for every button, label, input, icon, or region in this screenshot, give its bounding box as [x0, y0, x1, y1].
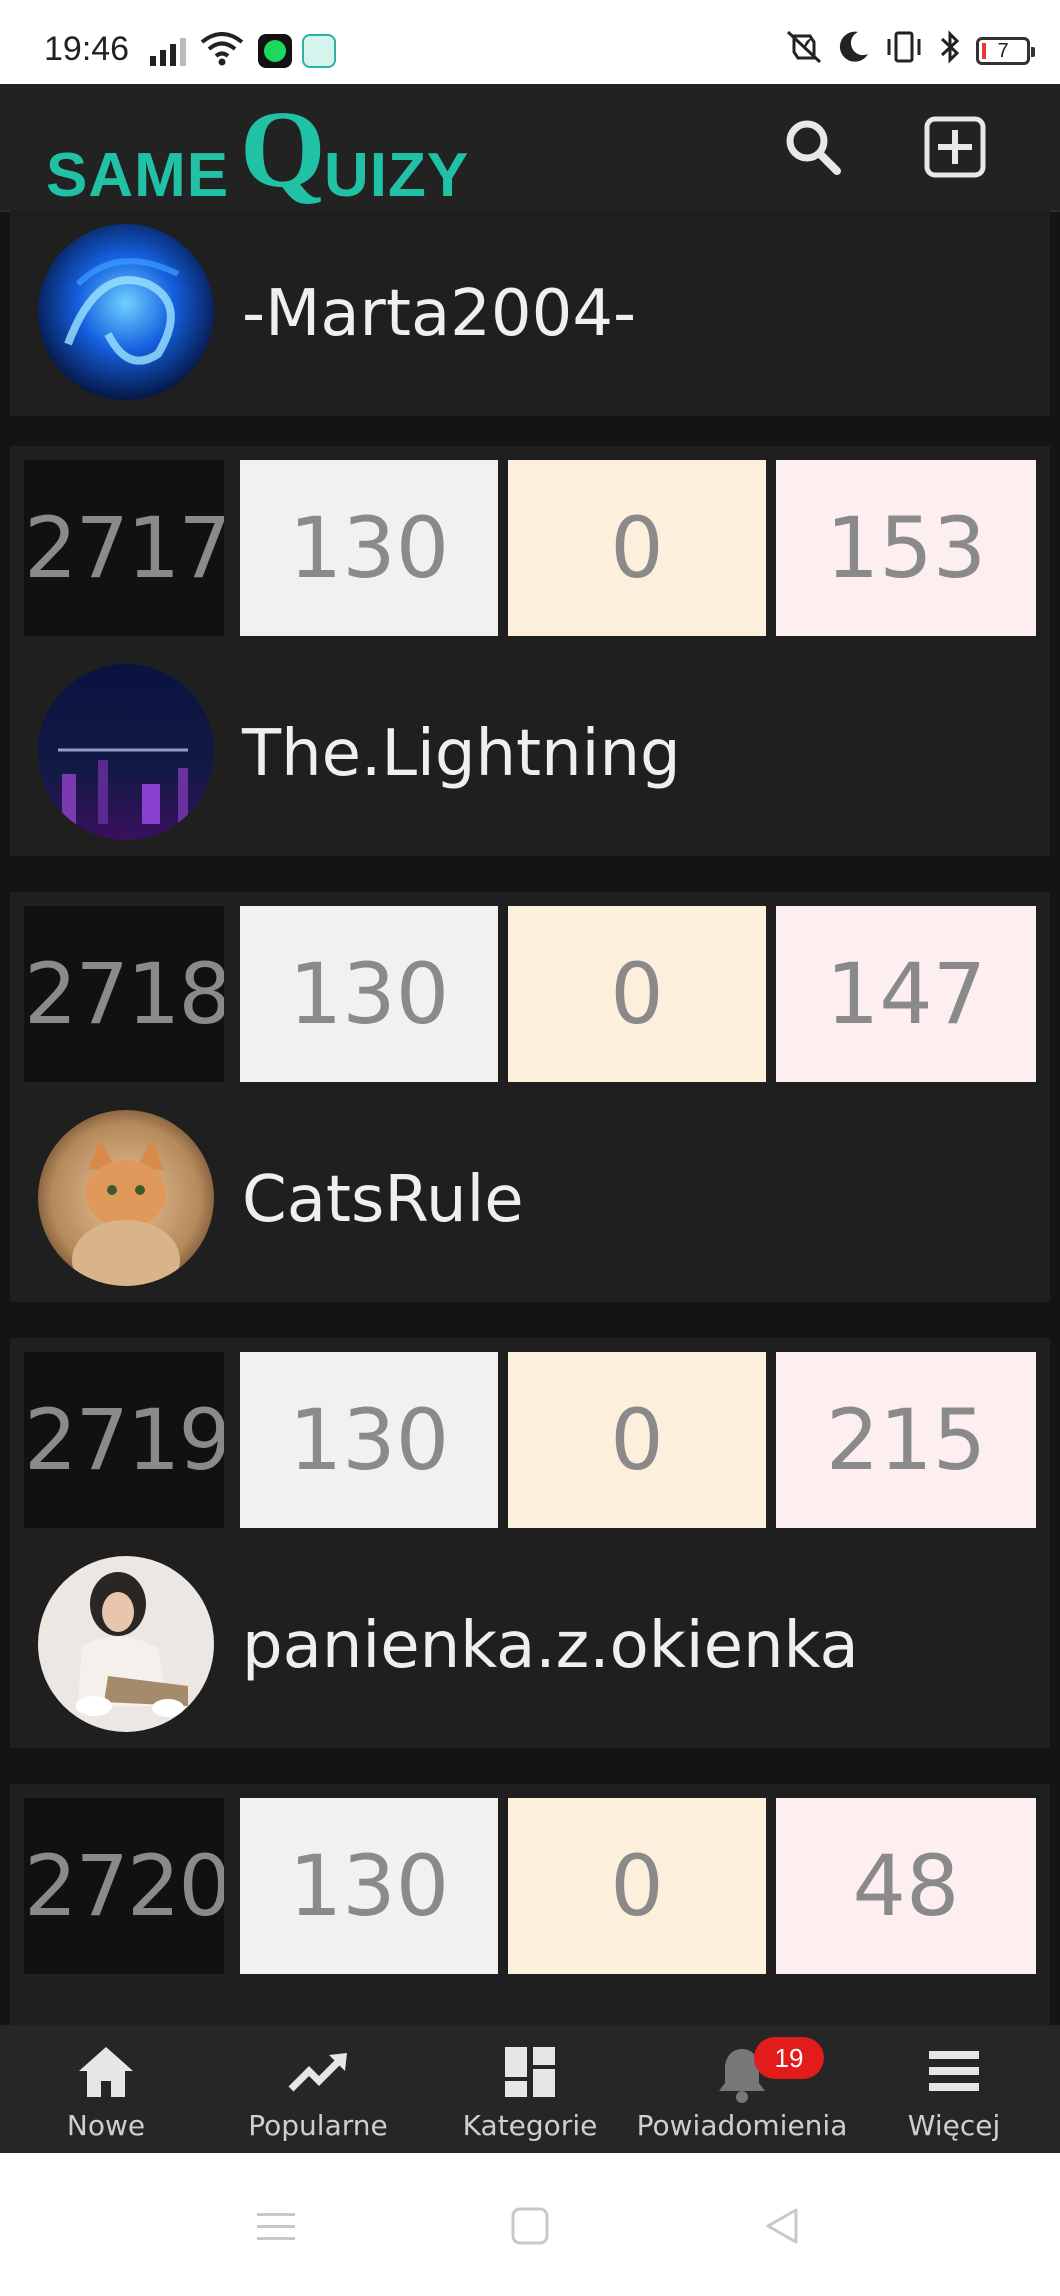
- back-system-button[interactable]: [752, 2203, 812, 2253]
- avatar[interactable]: [38, 664, 214, 840]
- logo-uizy-text: UIZY: [324, 141, 470, 210]
- wifi-icon: [200, 32, 244, 71]
- nav-label: Nowe: [66, 2109, 146, 2142]
- nav-kategorie[interactable]: Kategorie: [424, 2025, 636, 2153]
- ranking-row[interactable]: 2719 130 0 215 panienka.z.okienka: [10, 1338, 1050, 1748]
- search-button[interactable]: [780, 116, 846, 182]
- nav-popularne[interactable]: Popularne: [212, 2025, 424, 2153]
- stat-cell-1: 130: [240, 460, 498, 636]
- ranking-row[interactable]: 2716 131 0 336 -Marta2004-: [10, 210, 1050, 416]
- nav-label: Popularne: [248, 2109, 388, 2142]
- ranking-row[interactable]: 2718 130 0 147 CatsRule: [10, 892, 1050, 1302]
- stat-cell-3: 215: [776, 1352, 1036, 1528]
- search-icon: [783, 117, 843, 181]
- trending-icon: [212, 2045, 424, 2105]
- rank-number: 2720: [24, 1798, 224, 1974]
- ranking-row[interactable]: 2717 130 0 153 The.Lightning: [10, 446, 1050, 856]
- signal-icon: [150, 38, 190, 71]
- vibrate-off-icon: [784, 30, 824, 72]
- bluetooth-icon: [938, 30, 962, 72]
- avatar[interactable]: [38, 1556, 214, 1732]
- ranking-row[interactable]: 2720 130 0 48: [10, 1784, 1050, 2025]
- vibrate-icon: [884, 30, 924, 72]
- nav-wiecej[interactable]: Więcej: [848, 2025, 1060, 2153]
- spotify-app-icon: [258, 34, 292, 68]
- notification-badge: 19: [754, 2037, 824, 2079]
- recent-apps-icon: [255, 2209, 297, 2247]
- stat-cell-1: 130: [240, 1352, 498, 1528]
- app-header: SAME Q UIZY: [0, 84, 1060, 212]
- avatar[interactable]: [38, 1110, 214, 1286]
- stat-cell-3: 147: [776, 906, 1036, 1082]
- rank-number: 2717: [24, 460, 224, 636]
- home-system-button[interactable]: [500, 2203, 560, 2253]
- logo-q-text: Q: [240, 88, 326, 210]
- username[interactable]: -Marta2004-: [242, 234, 636, 394]
- stat-cell-3: 153: [776, 460, 1036, 636]
- nav-label: Kategorie: [462, 2109, 598, 2142]
- add-square-icon: [924, 116, 986, 182]
- nav-label: Powiadomienia: [636, 2109, 848, 2142]
- add-quiz-button[interactable]: [922, 116, 988, 182]
- stat-cell-2: 0: [508, 460, 766, 636]
- status-time: 19:46: [44, 30, 130, 68]
- stat-cell-2: 0: [508, 1798, 766, 1974]
- recent-apps-button[interactable]: [246, 2203, 306, 2253]
- home-square-icon: [510, 2206, 550, 2250]
- avatar[interactable]: [38, 224, 214, 400]
- nav-label: Więcej: [907, 2109, 1001, 2142]
- bottom-navigation: Nowe Popularne Kategorie 19 Powiadomieni…: [0, 2025, 1060, 2153]
- dashboard-icon: [424, 2045, 636, 2105]
- status-bar: 19:46 7: [0, 0, 1060, 84]
- rank-number: 2719: [24, 1352, 224, 1528]
- home-icon: [0, 2045, 212, 2105]
- username[interactable]: panienka.z.okienka: [242, 1566, 859, 1726]
- username[interactable]: The.Lightning: [242, 674, 681, 834]
- moon-icon: [838, 30, 870, 72]
- stat-cell-2: 0: [508, 1352, 766, 1528]
- battery-icon: 7: [976, 37, 1035, 65]
- logo-same-text: SAME: [46, 141, 230, 210]
- status-right-icons: 7: [784, 30, 1035, 72]
- rank-number: 2718: [24, 906, 224, 1082]
- stat-cell-1: 130: [240, 906, 498, 1082]
- stat-cell-1: 130: [240, 1798, 498, 1974]
- ranking-list[interactable]: 2716 131 0 336 -Marta2004- 2717 130 0 15…: [0, 210, 1060, 2025]
- stat-cell-2: 0: [508, 906, 766, 1082]
- system-navigation-bar: [0, 2153, 1060, 2296]
- menu-icon: [848, 2045, 1060, 2105]
- stat-cell-3: 48: [776, 1798, 1036, 1974]
- app-notification-icon: [302, 34, 336, 68]
- username[interactable]: CatsRule: [242, 1120, 524, 1280]
- back-triangle-icon: [762, 2206, 802, 2250]
- nav-nowe[interactable]: Nowe: [0, 2025, 212, 2153]
- nav-powiadomienia[interactable]: 19 Powiadomienia: [636, 2025, 848, 2153]
